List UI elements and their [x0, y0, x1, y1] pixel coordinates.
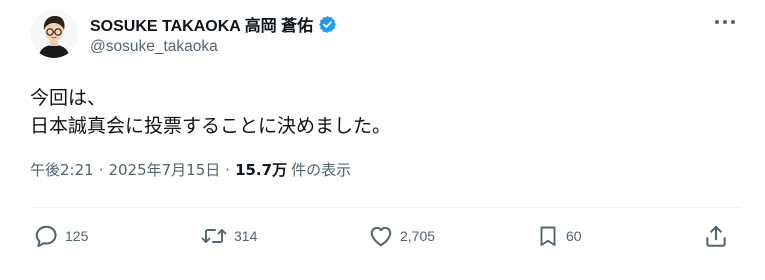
like-button[interactable]: 2,705: [368, 221, 435, 251]
post-meta: 午後2:21 · 2025年7月15日 · 15.7万 件の表示: [30, 159, 351, 180]
more-icon: [715, 20, 735, 24]
post-line: 今回は、: [30, 87, 107, 109]
post-text: 今回は、 日本誠真会に投票することに決めました。: [30, 84, 391, 140]
verified-badge-icon[interactable]: [318, 15, 337, 34]
repost-count: 314: [234, 228, 258, 244]
post-date[interactable]: 2025年7月15日: [108, 159, 220, 180]
author-display-name[interactable]: SOSUKE TAKAOKA 高岡 蒼佑: [90, 12, 337, 36]
reply-icon: [35, 225, 57, 247]
author-handle[interactable]: @sosuke_takaoka: [90, 38, 218, 56]
reply-count: 125: [65, 228, 89, 244]
post-card: SOSUKE TAKAOKA 高岡 蒼佑 @sosuke_takaoka 今回は…: [0, 0, 765, 280]
avatar-illustration: [30, 10, 78, 58]
share-button[interactable]: [703, 221, 729, 251]
views-label: 件の表示: [291, 161, 352, 179]
like-count: 2,705: [400, 228, 436, 244]
divider: [30, 207, 741, 208]
post-time[interactable]: 午後2:21: [30, 159, 94, 180]
bookmark-button[interactable]: 60: [536, 221, 582, 251]
meta-separator: ·: [98, 161, 104, 179]
repost-icon: [201, 229, 227, 243]
more-options-button[interactable]: [709, 10, 741, 34]
bookmark-icon: [540, 226, 556, 246]
meta-separator: ·: [225, 161, 231, 179]
views-count[interactable]: 15.7万: [235, 159, 287, 180]
avatar[interactable]: [30, 10, 78, 58]
share-icon: [706, 225, 726, 247]
repost-button[interactable]: 314: [200, 221, 257, 251]
like-icon: [370, 226, 392, 247]
bookmark-count: 60: [566, 228, 582, 244]
author-name-text: SOSUKE TAKAOKA 高岡 蒼佑: [90, 18, 314, 35]
reply-button[interactable]: 125: [33, 221, 88, 251]
post-line: 日本誠真会に投票することに決めました。: [30, 115, 392, 137]
